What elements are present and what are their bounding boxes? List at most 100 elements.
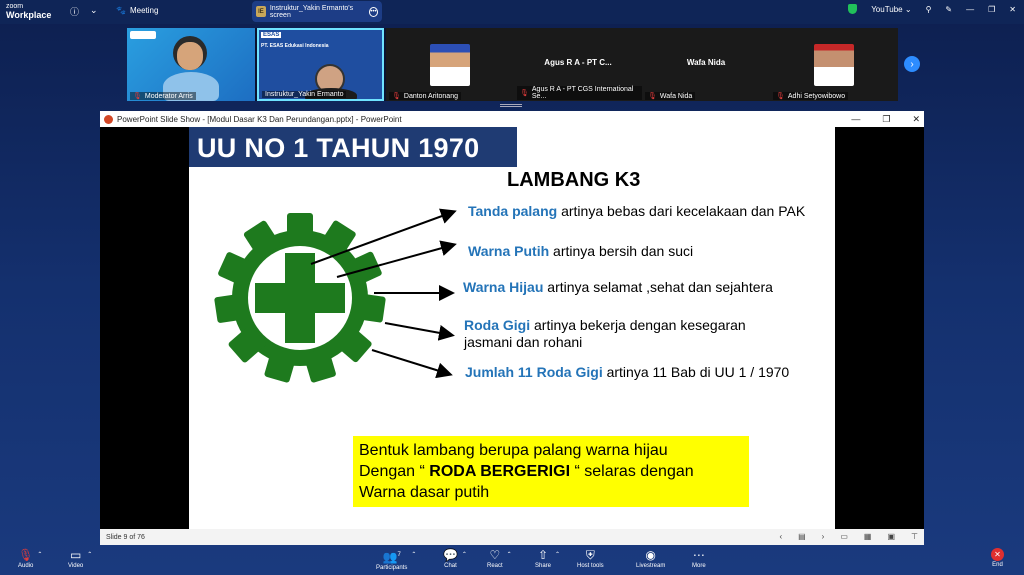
participant-tile[interactable]: Agus R A - PT C... 🎙 Agus R A - PT CGS I…: [514, 28, 642, 101]
arrow-tanda-palang: [310, 208, 457, 265]
arrow-warna-putih: [336, 240, 457, 278]
youtube-menu[interactable]: YouTube ⌄: [871, 5, 911, 14]
summary-line-2: Dengan “ RODA BERGERIGI “ selaras dengan: [359, 463, 694, 480]
mic-muted-icon: 🎙: [392, 93, 401, 100]
chevron-up-icon[interactable]: ⌃: [507, 551, 512, 558]
mic-muted-icon: 🎙: [133, 93, 142, 100]
meaning-key: Warna Putih: [468, 243, 550, 259]
previous-slide-icon[interactable]: ‹: [779, 532, 782, 541]
ppt-window-title: PowerPoint Slide Show - [Modul Dasar K3 …: [117, 114, 402, 124]
livestream-icon: ◉: [645, 548, 656, 562]
participant-center-name: Agus R A - PT C...: [544, 58, 612, 67]
participants-button[interactable]: 👥7 Participants ⌃: [376, 548, 416, 571]
participant-photo: [814, 44, 854, 86]
close-icon[interactable]: ✕: [1009, 5, 1016, 14]
slide-sorter-icon[interactable]: ▦: [864, 532, 872, 541]
zoom-logo: zoom Workplace: [6, 3, 52, 20]
ppt-title-bar: PowerPoint Slide Show - [Modul Dasar K3 …: [100, 111, 924, 127]
esas-logo: ESAS: [261, 32, 282, 38]
end-button[interactable]: ✕ End: [991, 548, 1004, 568]
participant-tile[interactable]: 🎙 Moderator Arris: [127, 28, 255, 101]
reading-view-icon[interactable]: ▣: [887, 532, 895, 541]
meaning-item: Roda Gigi artinya bekerja dengan kesegar…: [464, 317, 784, 351]
chevron-up-icon[interactable]: ⌃: [87, 551, 92, 558]
encryption-shield-icon[interactable]: [848, 4, 858, 14]
participant-name-tag: 🎙 Adhi Setyowibowo: [773, 92, 849, 100]
minimize-icon[interactable]: —: [851, 114, 860, 124]
slide-counter: Slide 9 of 76: [106, 533, 145, 541]
meaning-text: artinya bebas dari kecelakaan dan PAK: [557, 203, 806, 219]
heart-icon: ♡: [489, 548, 501, 562]
meaning-item: Tanda palang artinya bebas dari kecelaka…: [468, 203, 808, 220]
more-button[interactable]: ⋯ More: [692, 548, 706, 569]
participant-tile[interactable]: 🎙 Danton Aritonang: [386, 28, 514, 101]
shared-screen-tab[interactable]: IE Instruktur_Yakin Ermanto's screen •••: [252, 1, 382, 22]
org-card-title: PT. ESAS Edukasi Indonesia: [261, 43, 329, 49]
shared-screen-label: Instruktur_Yakin Ermanto's screen: [269, 4, 354, 19]
mic-muted-icon: 🎙: [776, 93, 785, 100]
participant-name-tag: 🎙 Agus R A - PT CGS International Se...: [517, 86, 642, 100]
powerpoint-window: PowerPoint Slide Show - [Modul Dasar K3 …: [100, 111, 924, 545]
meaning-key: Warna Hijau: [463, 279, 544, 295]
normal-view-icon[interactable]: ▭: [840, 532, 848, 541]
participant-tile[interactable]: 🎙 Adhi Setyowibowo: [770, 28, 898, 101]
slideshow-view-icon[interactable]: ⊤: [911, 532, 918, 541]
participant-face: [177, 42, 203, 70]
paw-icon: 🐾: [116, 6, 126, 15]
chevron-up-icon[interactable]: ⌃: [555, 551, 560, 558]
chevron-up-icon[interactable]: ⌃: [411, 551, 416, 558]
meaning-item: Warna Putih artinya bersih dan suci: [468, 243, 808, 260]
meaning-item: Jumlah 11 Roda Gigi artinya 11 Bab di UU…: [465, 364, 795, 381]
info-icon[interactable]: ⓘ: [70, 5, 79, 18]
apps-icon[interactable]: ⚲: [926, 5, 932, 14]
video-camera-icon: ▭: [69, 548, 82, 562]
minimize-icon[interactable]: —: [966, 5, 974, 14]
meaning-key: Roda Gigi: [464, 317, 531, 333]
participant-center-name: Wafa Nida: [686, 58, 726, 67]
meaning-item: Warna Hijau artinya selamat ,sehat dan s…: [463, 279, 823, 296]
resize-drag-handle[interactable]: [500, 104, 522, 107]
arrow-jumlah-roda-gigi: [371, 349, 453, 379]
chevron-down-icon[interactable]: ⌄: [90, 5, 98, 16]
shield-icon: ⛨: [585, 548, 595, 562]
livestream-button[interactable]: ◉ Livestream: [636, 548, 665, 569]
next-participants-button[interactable]: ›: [904, 56, 920, 72]
meaning-text: artinya 11 Bab di UU 1 / 1970: [602, 364, 790, 380]
chevron-up-icon[interactable]: ⌃: [37, 551, 42, 558]
meaning-text: artinya selamat ,sehat dan sejahtera: [543, 279, 773, 295]
meaning-key: Jumlah 11 Roda Gigi: [465, 364, 603, 380]
audio-button[interactable]: 🎙 Audio ⌃: [18, 548, 42, 569]
share-button[interactable]: ⇧ Share ⌃: [535, 548, 560, 569]
meaning-key: Tanda palang: [468, 203, 558, 219]
mic-muted-icon: 🎙: [18, 548, 34, 562]
slide-canvas: UU NO 1 TAHUN 1970 LAMBANG K3 Tanda pala…: [189, 127, 835, 529]
participant-tile[interactable]: Wafa Nida 🎙 Wafa Nida: [642, 28, 770, 101]
chat-button[interactable]: 💬 Chat ⌃: [443, 548, 467, 569]
share-badge: IE: [256, 6, 266, 17]
participant-tile-active-speaker[interactable]: ESAS PT. ESAS Edukasi Indonesia Instrukt…: [257, 28, 384, 101]
participant-strip: 🎙 Moderator Arris ESAS PT. ESAS Edukasi …: [127, 28, 898, 101]
pin-icon[interactable]: ✎: [945, 5, 952, 14]
react-button[interactable]: ♡ React ⌃: [487, 548, 512, 569]
host-tools-button[interactable]: ⛨ Host tools: [577, 548, 604, 569]
participants-icon: 👥7: [382, 550, 401, 564]
restore-icon[interactable]: ❐: [988, 5, 995, 14]
participant-photo: [430, 44, 470, 86]
summary-line-3: Warna dasar putih: [359, 484, 490, 501]
chat-icon: 💬: [443, 548, 458, 562]
next-slide-icon[interactable]: ›: [822, 532, 825, 541]
more-icon: ⋯: [692, 548, 705, 562]
summary-box: Bentuk lambang berupa palang warna hijau…: [353, 436, 749, 507]
restore-icon[interactable]: ❐: [882, 114, 890, 125]
summary-line-1: Bentuk lambang berupa palang warna hijau: [359, 442, 668, 459]
powerpoint-icon: [104, 114, 113, 124]
slide-menu-icon[interactable]: ▤: [798, 532, 806, 541]
share-screen-icon: ⇧: [537, 548, 549, 562]
participant-name-tag: Instruktur_Yakin Ermanto: [262, 91, 347, 98]
end-call-icon: ✕: [991, 548, 1004, 561]
video-button[interactable]: ▭ Video ⌃: [68, 548, 92, 569]
close-icon[interactable]: ✕: [912, 114, 920, 125]
meeting-menu[interactable]: 🐾 Meeting: [116, 6, 158, 15]
more-options-icon[interactable]: •••: [368, 6, 378, 17]
chevron-up-icon[interactable]: ⌃: [462, 551, 467, 558]
